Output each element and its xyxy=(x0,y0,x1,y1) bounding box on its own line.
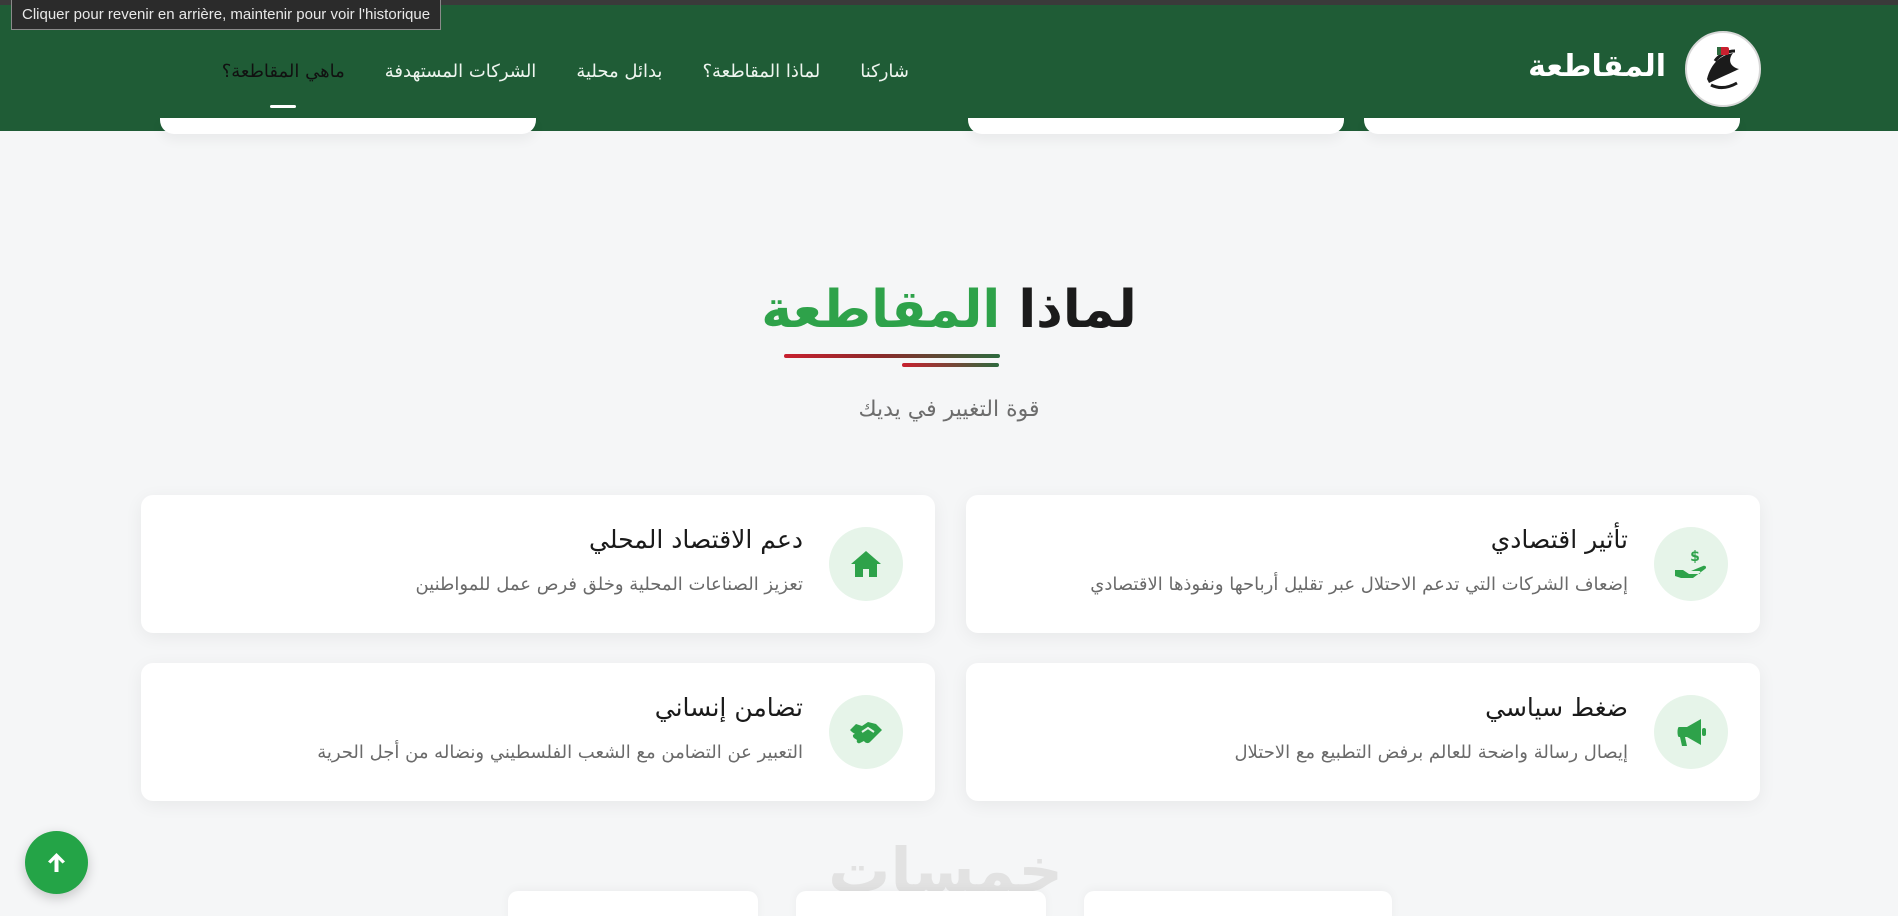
card-edge xyxy=(508,891,758,916)
feature-card-political-pressure: ضغط سياسي إيصال رسالة واضحة للعالم برفض … xyxy=(966,663,1760,801)
nav-participate[interactable]: شاركنا xyxy=(860,61,909,82)
megaphone-icon xyxy=(1654,695,1728,769)
brand-name[interactable]: المقاطعة xyxy=(1528,49,1666,84)
card-edge xyxy=(796,891,1046,916)
boycott-logo-icon[interactable] xyxy=(1685,31,1761,107)
card-edge xyxy=(160,118,536,134)
card-edge xyxy=(1364,118,1740,134)
card-description: تعزيز الصناعات المحلية وخلق فرص عمل للمو… xyxy=(415,574,803,595)
nav-local-alternatives[interactable]: بدائل محلية xyxy=(576,61,662,82)
card-edge xyxy=(968,118,1344,134)
card-title: دعم الاقتصاد المحلي xyxy=(589,525,803,554)
title-underline xyxy=(784,354,1000,358)
home-icon xyxy=(829,527,903,601)
feature-card-solidarity: تضامن إنساني التعبير عن التضامن مع الشعب… xyxy=(141,663,935,801)
section-subtitle: قوة التغيير في يديك xyxy=(858,397,1040,422)
card-title: تأثير اقتصادي xyxy=(1490,525,1628,554)
page: المقاطعة ماهي المقاطعة؟ الشركات المستهدف… xyxy=(0,0,1898,916)
feature-card-local-economy: دعم الاقتصاد المحلي تعزيز الصناعات المحل… xyxy=(141,495,935,633)
card-description: إيصال رسالة واضحة للعالم برفض التطبيع مع… xyxy=(1234,742,1628,763)
main-nav: ماهي المقاطعة؟ الشركات المستهدفة بدائل م… xyxy=(222,61,909,82)
nav-why-boycott[interactable]: لماذا المقاطعة؟ xyxy=(702,61,820,82)
hand-dollar-icon: $ xyxy=(1654,527,1728,601)
title-underline-accent xyxy=(902,363,999,367)
nav-targeted-companies[interactable]: الشركات المستهدفة xyxy=(385,61,537,82)
arrow-up-icon xyxy=(48,853,65,872)
feature-card-economic-impact: $ تأثير اقتصادي إضعاف الشركات التي تدعم … xyxy=(966,495,1760,633)
nav-what-is-boycott[interactable]: ماهي المقاطعة؟ xyxy=(222,61,345,82)
back-button-tooltip: Cliquer pour revenir en arrière, mainten… xyxy=(11,0,442,30)
section-title: لماذا المقاطعة xyxy=(0,280,1898,340)
svg-text:$: $ xyxy=(1690,549,1700,565)
card-edge xyxy=(1084,891,1392,916)
card-title: تضامن إنساني xyxy=(654,693,803,722)
card-description: التعبير عن التضامن مع الشعب الفلسطيني ون… xyxy=(317,742,803,763)
card-title: ضغط سياسي xyxy=(1485,693,1628,722)
handshake-icon xyxy=(829,695,903,769)
card-description: إضعاف الشركات التي تدعم الاحتلال عبر تقل… xyxy=(1090,574,1628,595)
scroll-to-top-button[interactable] xyxy=(25,831,88,894)
section-title-green: المقاطعة xyxy=(761,280,1001,340)
section-title-dark: لماذا xyxy=(1018,280,1137,340)
